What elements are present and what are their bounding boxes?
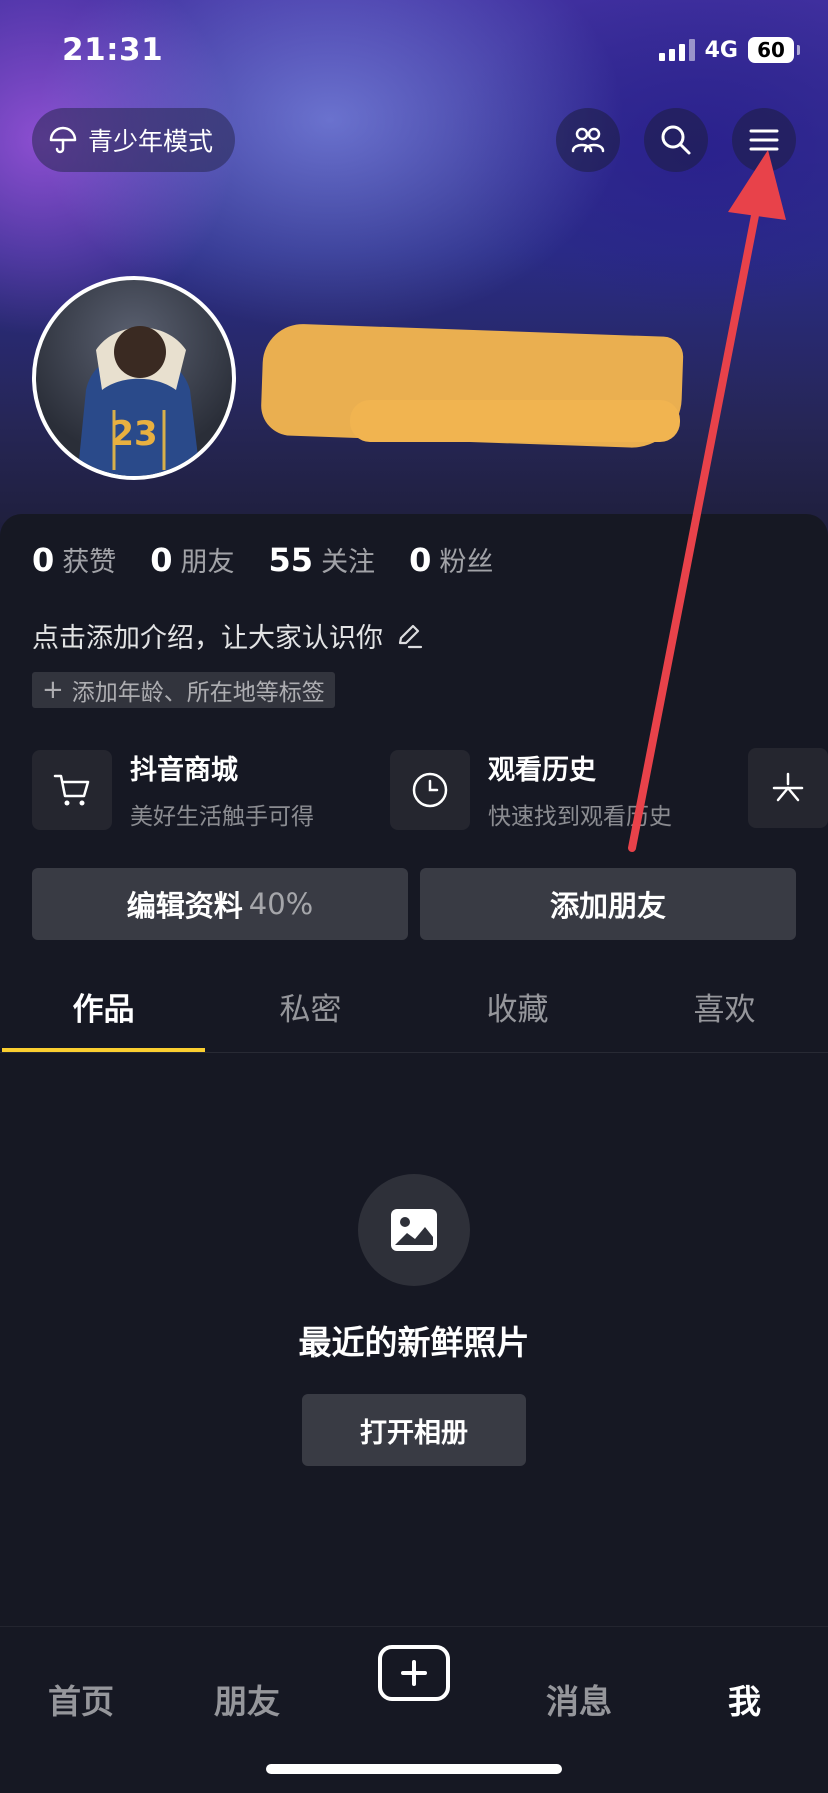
stat-friends[interactable]: 0 朋友 — [150, 540, 234, 579]
hamburger-menu-icon — [749, 129, 779, 151]
bio-placeholder[interactable]: 点击添加介绍，让大家认识你 — [32, 616, 423, 655]
edit-profile-button[interactable]: 编辑资料 40% — [32, 868, 408, 940]
profile-stats: 0 获赞 0 朋友 55 关注 0 粉丝 — [32, 540, 493, 579]
avatar-image: 23 — [77, 326, 201, 476]
signal-icon — [658, 39, 695, 61]
add-friend-button[interactable]: 添加朋友 — [420, 868, 796, 940]
empty-state-title: 最近的新鲜照片 — [298, 1323, 530, 1362]
tab-likes[interactable]: 喜欢 — [621, 960, 828, 1052]
nav-home[interactable]: 首页 — [48, 1675, 114, 1723]
content-tabs: 作品 私密 收藏 喜欢 — [0, 960, 828, 1052]
menu-button[interactable] — [732, 108, 796, 172]
service-douyin-mall[interactable]: 抖音商城 美好生活触手可得 — [32, 748, 314, 831]
service-more[interactable] — [748, 748, 828, 828]
search-icon — [661, 125, 691, 155]
avatar[interactable]: 23 — [32, 276, 236, 480]
create-post-button[interactable] — [378, 1645, 450, 1701]
tab-works[interactable]: 作品 — [0, 960, 207, 1052]
service-watch-history[interactable]: 观看历史 快速找到观看历史 — [390, 748, 672, 831]
clock-icon — [390, 749, 470, 830]
stat-likes[interactable]: 0 获赞 — [32, 540, 116, 579]
tabs-divider — [0, 1052, 828, 1053]
tab-favorites[interactable]: 收藏 — [414, 960, 621, 1052]
network-type: 4G — [704, 37, 738, 63]
service-subtitle: 美好生活触手可得 — [130, 804, 314, 830]
people-icon — [571, 127, 605, 153]
plus-icon — [401, 1660, 427, 1686]
open-album-button[interactable]: 打开相册 — [302, 1394, 526, 1466]
service-subtitle: 快速找到观看历史 — [488, 804, 672, 830]
battery-icon: 60 — [748, 37, 800, 63]
home-indicator — [266, 1764, 562, 1774]
sparkle-icon — [748, 748, 828, 828]
tab-private[interactable]: 私密 — [207, 960, 414, 1052]
teen-mode-label: 青少年模式 — [88, 127, 214, 156]
svg-text:23: 23 — [110, 414, 157, 454]
search-button[interactable] — [644, 108, 708, 172]
photo-icon — [358, 1174, 470, 1286]
stat-following[interactable]: 55 关注 — [269, 540, 376, 579]
service-title: 抖音商城 — [130, 755, 238, 786]
status-bar: 21:31 4G 60 — [62, 30, 800, 70]
nav-me[interactable]: 我 — [728, 1675, 761, 1723]
service-title: 观看历史 — [488, 755, 596, 786]
nav-friends[interactable]: 朋友 — [214, 1675, 280, 1723]
status-time: 21:31 — [62, 32, 164, 68]
umbrella-icon — [49, 126, 77, 154]
nav-messages[interactable]: 消息 — [546, 1675, 612, 1723]
username-redaction — [350, 400, 680, 442]
profile-completion: 40% — [248, 887, 314, 921]
teen-mode-button[interactable]: 青少年模式 — [32, 108, 236, 172]
add-tags-button[interactable]: + 添加年龄、所在地等标签 — [32, 672, 335, 708]
stat-followers[interactable]: 0 粉丝 — [409, 540, 493, 579]
friends-button[interactable] — [556, 108, 620, 172]
cart-icon — [32, 749, 112, 830]
plus-icon: + — [42, 675, 64, 705]
edit-pencil-icon — [398, 624, 423, 648]
battery-level: 60 — [757, 38, 785, 62]
